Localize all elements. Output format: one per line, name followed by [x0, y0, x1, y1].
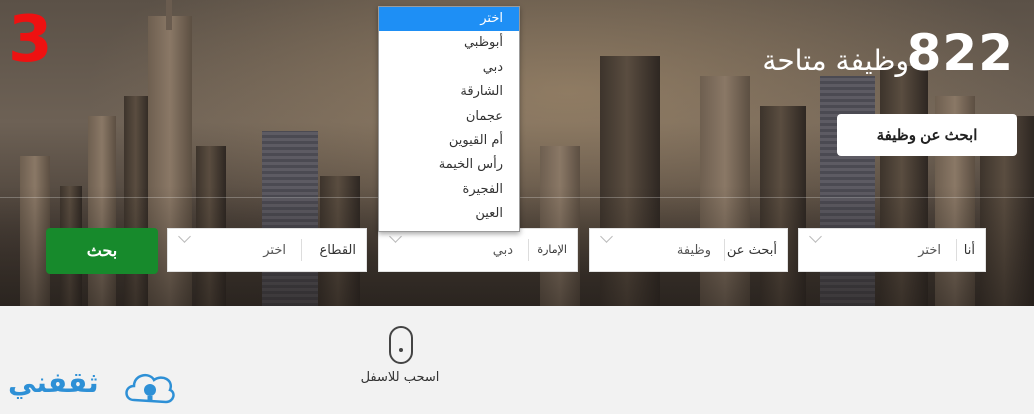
iam-select[interactable]: أنا اختر: [798, 228, 986, 272]
overlay-step-number: 3: [8, 3, 53, 77]
dropdown-option[interactable]: العين: [379, 202, 519, 226]
dropdown-option[interactable]: الفجيرة: [379, 178, 519, 202]
chevron-down-icon: [600, 230, 613, 243]
emirate-dropdown-list[interactable]: اختر أبوظبي دبي الشارقة عجمان أم القيوين…: [378, 6, 520, 232]
dropdown-option[interactable]: أبوظبي: [379, 31, 519, 55]
emirate-label: الإمارة: [537, 243, 567, 256]
looking-for-value: وظيفة: [676, 243, 711, 258]
dropdown-option[interactable]: دبي: [379, 56, 519, 80]
field-separator: [724, 239, 725, 261]
scroll-hint-label: اسحب للاسفل: [360, 370, 440, 385]
emirate-value: دبي: [492, 243, 513, 258]
scroll-wheel-dot: [399, 348, 403, 352]
brand-logo: ثقفني: [8, 362, 175, 412]
field-separator: [956, 239, 957, 261]
sector-label: القطاع: [319, 243, 356, 258]
iam-label: أنا: [963, 243, 975, 258]
dropdown-option[interactable]: عجمان: [379, 105, 519, 129]
emirate-select[interactable]: الإمارة دبي: [378, 228, 578, 272]
field-separator: [301, 239, 302, 261]
dropdown-option[interactable]: الشارقة: [379, 80, 519, 104]
jobs-count: 822: [906, 24, 1014, 82]
sector-value: اختر: [263, 243, 286, 258]
iam-value: اختر: [918, 243, 941, 258]
chevron-down-icon: [809, 230, 822, 243]
skyline-spire: [166, 0, 172, 30]
jobs-available-label: وظيفة متاحة: [762, 44, 909, 77]
looking-for-select[interactable]: أبحث عن وظيفة: [589, 228, 788, 272]
search-job-button[interactable]: ابحث عن وظيفة: [837, 114, 1017, 156]
dropdown-option[interactable]: اختر: [379, 7, 519, 32]
chevron-down-icon: [178, 230, 191, 243]
brand-name: ثقفني: [8, 366, 100, 399]
search-button[interactable]: بحث: [46, 228, 158, 274]
sector-select[interactable]: القطاع اختر: [167, 228, 367, 272]
looking-for-label: أبحث عن: [726, 243, 777, 258]
chevron-down-icon: [389, 230, 402, 243]
dropdown-option[interactable]: رأس الخيمة: [379, 153, 519, 177]
lightbulb-cloud-icon: [125, 373, 175, 404]
scroll-down-icon[interactable]: [389, 326, 413, 364]
dropdown-option[interactable]: أم القيوين: [379, 129, 519, 153]
field-separator: [528, 239, 529, 261]
